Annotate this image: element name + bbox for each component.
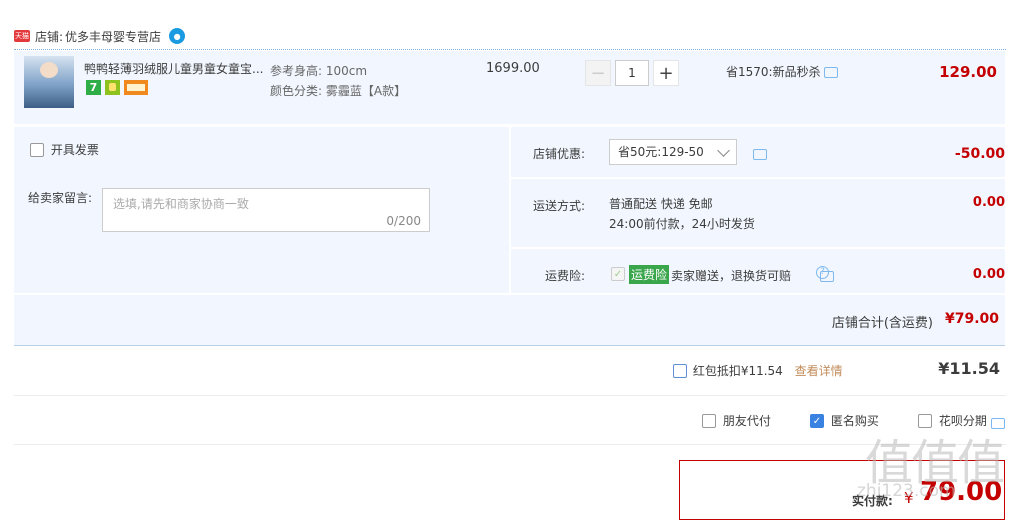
shop-name[interactable]: 优多丰母婴专营店	[65, 28, 161, 45]
divider	[14, 395, 1006, 396]
divider	[511, 177, 1005, 179]
shipping-line1: 普通配送 快递 免邮	[609, 197, 713, 211]
shop-total-label: 店铺合计(含运费)	[831, 316, 933, 331]
shipping-label: 运送方式:	[533, 199, 586, 213]
shop-header: 天猫 店铺: 优多丰母婴专营店 ●	[14, 25, 186, 47]
chevron-down-icon	[717, 144, 730, 157]
friend-pay-option[interactable]: 朋友代付	[702, 412, 771, 429]
green-service-icon	[105, 80, 120, 95]
message-label: 给卖家留言:	[28, 191, 93, 205]
discount-amount: -50.00	[954, 146, 1005, 162]
insurance-tag: 运费险	[629, 265, 670, 284]
color-label: 颜色分类:	[270, 84, 323, 98]
discount-selected: 省50元:129-50	[618, 145, 704, 159]
height-label: 参考身高:	[270, 64, 323, 78]
friend-pay-checkbox[interactable]	[702, 413, 716, 428]
seven-day-return-icon: 7	[86, 80, 101, 95]
insurance-desc: 卖家赠送，退换货可赔	[671, 269, 792, 283]
decrease-button[interactable]: −	[585, 60, 611, 86]
redpacket-amount: ¥11.54	[938, 359, 1000, 378]
increase-button[interactable]: +	[653, 60, 679, 86]
divider	[14, 49, 1006, 50]
message-placeholder: 选填,请先和商家协商一致	[113, 197, 249, 211]
watermark-url: zhi123.com	[857, 481, 956, 501]
shop-total-row: 店铺合计(含运费) ¥79.00	[14, 295, 1005, 346]
tmall-badge: 天猫	[14, 30, 30, 42]
insurance-label: 运费险:	[545, 269, 586, 283]
redpacket-checkbox[interactable]	[673, 363, 687, 378]
comment-icon[interactable]	[824, 67, 839, 78]
order-fees-panel: 店铺优惠: 省50元:129-50 -50.00 运送方式: 普通配送 快递 免…	[511, 127, 1005, 293]
invoice-option[interactable]: 开具发票	[30, 141, 99, 158]
quantity-stepper: − 1 +	[585, 60, 679, 86]
product-thumbnail[interactable]	[24, 56, 74, 108]
shop-label: 店铺:	[35, 29, 64, 44]
item-promo: 省1570:新品秒杀	[726, 63, 839, 80]
product-title[interactable]: 鸭鸭轻薄羽绒服儿童男童女童宝...	[84, 60, 264, 77]
height-value: 100cm	[325, 64, 368, 78]
divider	[511, 247, 1005, 249]
item-total: 129.00	[939, 63, 997, 81]
insurance-amount: 0.00	[972, 267, 1005, 282]
order-notes-panel: 开具发票 给卖家留言: 选填,请先和商家协商一致 0/200	[14, 127, 509, 293]
redpacket-label: 红包抵扣¥11.54	[692, 364, 783, 378]
help-icon[interactable]: ?	[816, 266, 829, 279]
wangwang-icon[interactable]: ●	[169, 28, 186, 44]
discount-label: 店铺优惠:	[533, 147, 586, 161]
redpacket-details-link[interactable]: 查看详情	[795, 364, 843, 378]
anonymous-checkbox[interactable]: ✓	[810, 413, 824, 428]
message-count: 0/200	[386, 214, 421, 228]
card-icon	[124, 80, 148, 95]
message-input[interactable]: 选填,请先和商家协商一致 0/200	[102, 188, 430, 232]
original-price: 1699.00	[486, 61, 540, 76]
height-prop: 参考身高: 100cm	[270, 62, 367, 79]
comment-icon[interactable]	[753, 149, 767, 160]
shipping-amount: 0.00	[972, 195, 1005, 210]
color-prop: 颜色分类: 雾霾蓝【A款】	[270, 82, 406, 99]
promo-text: 省1570:新品秒杀	[726, 65, 821, 79]
friend-pay-label: 朋友代付	[722, 414, 771, 428]
redpacket-option[interactable]: 红包抵扣¥11.54 查看详情	[673, 362, 843, 379]
discount-select[interactable]: 省50元:129-50	[609, 139, 737, 165]
shipping-line2: 24:00前付款，24小时发货	[609, 217, 755, 231]
invoice-checkbox[interactable]	[30, 142, 44, 157]
insurance-checkbox: ✓	[611, 267, 625, 281]
quantity-input[interactable]: 1	[615, 60, 649, 86]
divider	[14, 444, 1006, 445]
color-value: 雾霾蓝【A款】	[325, 84, 407, 98]
invoice-label: 开具发票	[50, 143, 99, 157]
cart-item-row: 鸭鸭轻薄羽绒服儿童男童女童宝... 7 参考身高: 100cm 颜色分类: 雾霾…	[14, 51, 1005, 124]
shop-total-amount: ¥79.00	[944, 311, 999, 327]
